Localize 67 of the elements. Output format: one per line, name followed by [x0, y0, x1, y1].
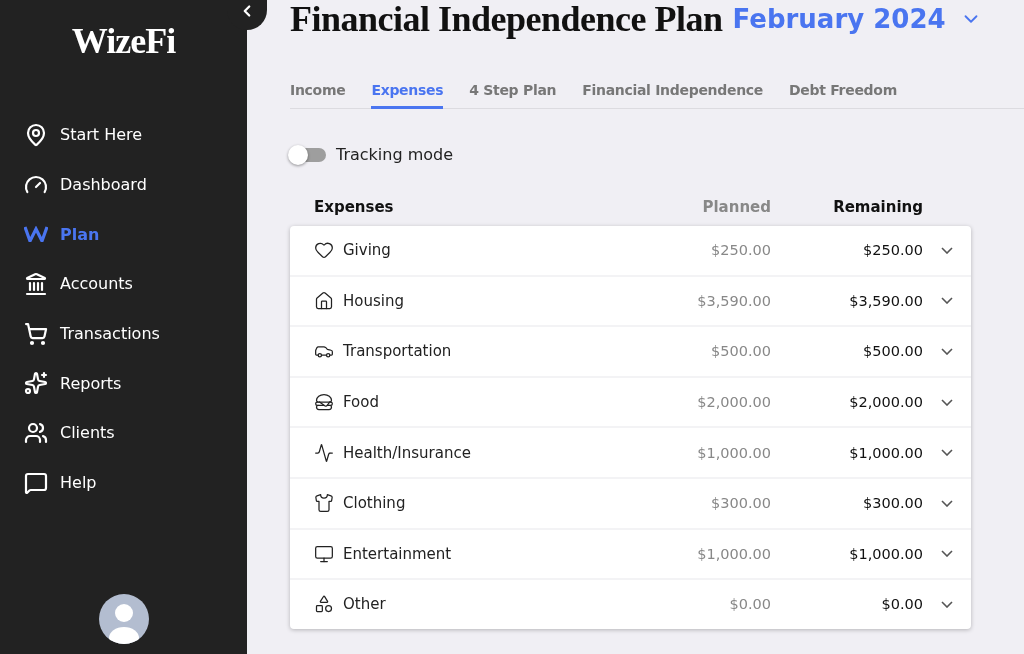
bank-icon [24, 271, 48, 296]
column-header: Expenses [314, 198, 395, 216]
logo: WizeFi [70, 20, 177, 62]
period-dropdown[interactable]: February 2024 [732, 4, 982, 34]
planned-amount: $250.00 [710, 242, 771, 259]
nav-item[interactable]: Start Here [0, 110, 247, 160]
chevron-down-icon [941, 499, 953, 507]
nav-item[interactable]: Plan [0, 209, 247, 260]
heart-icon [314, 240, 334, 261]
remaining-amount: $3,590.00 [848, 292, 923, 309]
chevron-down-icon [941, 449, 953, 457]
chevron-down-icon [941, 246, 953, 254]
nav-item[interactable]: Dashboard [0, 159, 247, 210]
nav-item[interactable]: Transactions [0, 308, 247, 359]
remaining-amount: $0.00 [880, 596, 923, 613]
category-name: Entertainment [343, 544, 452, 563]
burger-icon [314, 392, 334, 413]
planned-amount: $1,000.00 [696, 444, 771, 461]
monitor-icon [314, 543, 334, 564]
house-icon [314, 290, 334, 311]
category-name: Other [343, 595, 386, 614]
remaining-amount: $250.00 [862, 242, 923, 259]
planned-amount: $300.00 [710, 495, 771, 512]
planned-amount: $1,000.00 [696, 545, 771, 562]
remaining-amount: $2,000.00 [848, 394, 923, 411]
planned-amount: $0.00 [728, 596, 771, 613]
remaining-amount: $1,000.00 [848, 545, 923, 562]
category-name: Food [343, 393, 379, 412]
category-name: Housing [343, 291, 404, 310]
category-name: Transportation [343, 342, 452, 361]
chevron-down-icon [941, 297, 953, 305]
planned-amount: $2,000.00 [696, 394, 771, 411]
nav-item[interactable]: Accounts [0, 259, 247, 309]
tab[interactable]: Expenses [371, 82, 444, 109]
page-title: Financial Independence Plan [290, 0, 723, 40]
chevron-down-icon [941, 398, 953, 406]
nav-item[interactable]: Help [0, 457, 247, 508]
planned-amount: $500.00 [710, 343, 771, 360]
category-name: Clothing [343, 494, 406, 513]
nav-item[interactable]: Clients [0, 408, 247, 458]
column-header: Planned [701, 198, 771, 216]
chat-icon [24, 470, 48, 495]
people-icon [24, 420, 48, 445]
cart-icon [24, 321, 48, 346]
remaining-amount: $1,000.00 [848, 444, 923, 461]
category-name: Health/Insurance [343, 443, 471, 462]
chevron-down-icon [941, 348, 953, 355]
tab[interactable]: Income [290, 82, 346, 109]
map-pin-icon [24, 122, 48, 147]
tab[interactable]: Debt Freedom [789, 82, 897, 109]
shapes-icon [314, 594, 334, 615]
toggle-label: Tracking mode [336, 145, 454, 164]
category-name: Giving [343, 241, 391, 260]
chevron-down-icon [941, 550, 953, 558]
column-header: Remaining [832, 198, 923, 216]
toggle-switch[interactable] [290, 147, 326, 162]
chevron-down-icon [941, 600, 953, 608]
avatar[interactable] [98, 594, 149, 644]
planned-amount: $3,590.00 [696, 292, 771, 309]
tab[interactable]: 4 Step Plan [469, 82, 557, 109]
w-logo-icon [24, 226, 48, 243]
pulse-icon [314, 442, 334, 463]
nav-item[interactable]: Reports [0, 358, 247, 409]
tab[interactable]: Financial Independence [582, 82, 764, 109]
remaining-amount: $300.00 [862, 495, 923, 512]
shirt-icon [314, 493, 334, 514]
remaining-amount: $500.00 [862, 343, 923, 360]
